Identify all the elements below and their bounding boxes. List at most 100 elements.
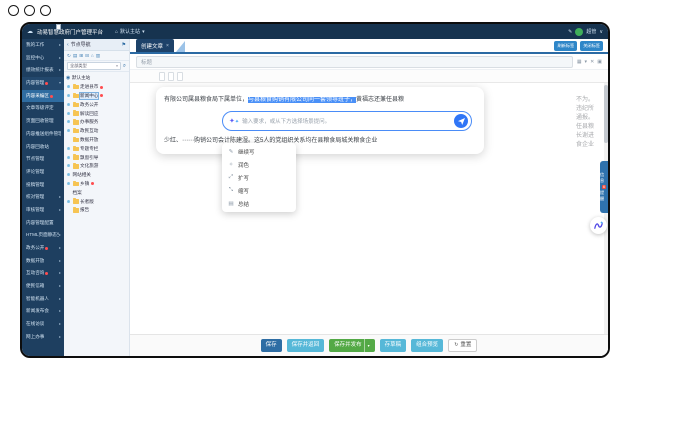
tree-tool-icon[interactable]: ▤ bbox=[73, 53, 77, 59]
tree-node[interactable]: 数据开放 bbox=[66, 136, 128, 145]
sidebar-item[interactable]: 文章等级评定 bbox=[22, 102, 64, 115]
sidebar-item[interactable]: 绩效统计报表 ▸ bbox=[22, 64, 64, 77]
node-toggle-icon[interactable]: ⊕ bbox=[66, 84, 71, 90]
tree-node[interactable]: ⊕ 新闻中心 bbox=[66, 91, 128, 101]
tree-node[interactable]: 档案 bbox=[56, 24, 128, 197]
sidebar-item[interactable]: 投稿管理 bbox=[22, 179, 64, 192]
tree-node[interactable]: ⊕ 专题专栏 bbox=[66, 144, 128, 153]
tree-tool-icon[interactable]: ⊞ bbox=[79, 53, 83, 59]
tree-node[interactable]: ⊕ 长者版 bbox=[66, 197, 128, 206]
action-button[interactable]: 保存并返回 bbox=[286, 339, 325, 352]
action-button[interactable]: ↻ 重置 bbox=[448, 339, 478, 352]
avatar[interactable] bbox=[575, 27, 584, 36]
sidebar-item[interactable]: 内容管理 ▾ bbox=[22, 77, 64, 90]
close-tab-icon[interactable]: × bbox=[166, 43, 169, 49]
tree-node[interactable]: ⊕ 政务公开 bbox=[66, 100, 128, 109]
ai-prompt-input[interactable]: ✦✦ 输入要求，或从下方选择场景提问。 bbox=[222, 111, 472, 131]
sidebar-item[interactable]: 页面回收管理 bbox=[22, 115, 64, 128]
title-tool-icon[interactable]: ✕ bbox=[590, 59, 594, 65]
sidebar-item[interactable]: 内容回收站 bbox=[22, 141, 64, 154]
close-window-icon[interactable] bbox=[8, 5, 19, 16]
node-toggle-icon[interactable]: ⊕ bbox=[66, 93, 71, 99]
editor-canvas[interactable]: 不为。 违纪所 通报。 任县粮 长谢进 食企业 有限公司属县粮食局下属单位，与县粮食购销有… bbox=[130, 83, 608, 334]
tree-node[interactable]: ⊕ 走进县市 bbox=[66, 83, 128, 92]
sidebar-item[interactable]: 政务公开 ▸ bbox=[22, 242, 64, 255]
node-toggle-icon[interactable]: ⊕ bbox=[66, 181, 71, 187]
ai-send-button[interactable] bbox=[454, 114, 468, 128]
sidebar-item[interactable]: 内容管理配置 bbox=[22, 217, 64, 230]
action-button[interactable]: 存草稿 bbox=[379, 339, 407, 352]
tree-node[interactable]: 报告 bbox=[66, 206, 128, 215]
action-button[interactable]: 保存 bbox=[260, 339, 282, 352]
sidebar-item[interactable]: 节点管理 bbox=[22, 153, 64, 166]
title-tool-icon[interactable]: ▦ bbox=[577, 59, 582, 65]
sidebar-item[interactable]: 审核管理 ▸ bbox=[22, 204, 64, 217]
sidebar-item[interactable]: 数据开放 ▸ bbox=[22, 255, 64, 268]
tree-node[interactable]: ⊕ 网站相关 bbox=[56, 24, 128, 180]
maximize-window-icon[interactable] bbox=[40, 5, 51, 16]
user-name[interactable]: 超管 bbox=[586, 28, 596, 35]
minimize-window-icon[interactable] bbox=[24, 5, 35, 16]
sidebar-item[interactable]: 互动咨询 ▸ bbox=[22, 267, 64, 280]
pin-icon[interactable]: ⚑ bbox=[122, 42, 126, 48]
node-toggle-icon[interactable]: ⊕ bbox=[66, 155, 71, 161]
collapse-panel-icon[interactable]: ‹ bbox=[67, 42, 69, 48]
scrollbar-thumb[interactable] bbox=[604, 85, 608, 143]
tree-node[interactable]: ◉ 默认主站 bbox=[66, 74, 128, 83]
node-toggle-icon[interactable]: ⊕ bbox=[66, 119, 71, 125]
title-tool-icon[interactable]: ▣ bbox=[597, 59, 602, 65]
tree-node[interactable]: ⊕ 政民互动 bbox=[66, 127, 128, 136]
tree-tool-icon[interactable]: ↻ bbox=[67, 53, 71, 59]
node-toggle-icon[interactable]: ⊕ bbox=[66, 163, 71, 169]
sidebar-item[interactable]: 评论管理 bbox=[22, 166, 64, 179]
message-reminder-tab[interactable]: 信息 6 提醒 bbox=[600, 161, 608, 213]
sidebar-item[interactable]: HTML页面静态生成 ▸ bbox=[22, 229, 64, 242]
action-button[interactable]: 组合预览 bbox=[411, 339, 444, 352]
tree-node[interactable]: ⊕ 办事服务 bbox=[66, 118, 128, 127]
editor-toolbar-icon[interactable] bbox=[159, 71, 165, 81]
editor-toolbar-icon[interactable] bbox=[177, 71, 183, 81]
node-toggle-icon[interactable]: ⊕ bbox=[66, 146, 71, 152]
action-button[interactable]: 保存并发布 ▾ bbox=[329, 339, 375, 352]
editor-toolbar-icon[interactable] bbox=[168, 71, 174, 81]
node-tree: ◉ 默认主站 ⊕ 走进县市 ⊕ 新闻中心 ⊕ 政务公开 ⊕ 解读回应 ⊕ 办事服… bbox=[56, 24, 129, 356]
ai-menu-item[interactable]: ✧ 润色 bbox=[222, 158, 296, 171]
tab-create-article[interactable]: 创建文章 × bbox=[136, 39, 174, 52]
sidebar-item[interactable]: 新闻发布会 ▸ bbox=[22, 305, 64, 318]
tree-tool-icon[interactable]: ⌂ bbox=[91, 53, 94, 58]
title-input[interactable]: 标题 bbox=[136, 55, 573, 68]
sidebar-item[interactable]: 内容采编区 bbox=[22, 89, 64, 103]
ai-menu-item[interactable]: ⤢ 扩写 bbox=[222, 171, 296, 184]
sidebar-item[interactable]: 便民信箱 ▸ bbox=[22, 280, 64, 293]
node-toggle-icon[interactable]: ⊕ bbox=[66, 102, 71, 108]
ai-menu-item[interactable]: ⤡ 缩写 bbox=[222, 184, 296, 197]
tree-tool-icon[interactable]: ⊟ bbox=[85, 53, 89, 59]
site-selector[interactable]: ⌂ 默认主站 ▾ bbox=[115, 28, 145, 36]
sidebar-item[interactable]: 智能机器人 ▸ bbox=[22, 293, 64, 306]
tree-node[interactable]: ⊕ 飘窗引导 bbox=[66, 153, 128, 162]
edit-icon[interactable]: ✎ bbox=[568, 29, 572, 35]
tab-action-button[interactable]: 关闭标签 bbox=[580, 41, 603, 51]
title-tool-icon[interactable]: ▾ bbox=[585, 59, 588, 65]
sidebar-item[interactable]: 我的工作 ▸ bbox=[22, 39, 64, 52]
sidebar-item[interactable]: 在线访谈 ▸ bbox=[22, 318, 64, 331]
tree-tool-icon[interactable]: ▥ bbox=[96, 53, 100, 59]
node-toggle-icon[interactable]: ⊕ bbox=[66, 128, 71, 134]
search-icon[interactable]: ⌕ bbox=[123, 63, 126, 70]
sidebar-item[interactable]: 网上办事 ▸ bbox=[22, 331, 64, 344]
tree-node[interactable]: ⊕ 解读回应 bbox=[66, 109, 128, 118]
sidebar-item[interactable]: 校对管理 ▸ bbox=[22, 191, 64, 204]
ai-assistant-launcher-button[interactable] bbox=[590, 217, 607, 234]
tree-node[interactable]: ⊕ 乡镇 bbox=[66, 180, 128, 189]
ai-menu-item[interactable]: ✎ 继续写 bbox=[222, 145, 296, 158]
dropdown-caret-icon[interactable]: ▾ bbox=[363, 339, 370, 352]
ai-menu-item[interactable]: ▤ 总结 bbox=[222, 197, 296, 210]
sidebar-item[interactable]: 内容推送组件管理 bbox=[22, 128, 64, 141]
node-toggle-icon[interactable]: ⊕ bbox=[66, 199, 71, 205]
node-toggle-icon[interactable]: ⊕ bbox=[66, 172, 71, 178]
sidebar-item[interactable]: 监控中心 ▸ bbox=[22, 52, 64, 65]
node-toggle-icon[interactable]: ⊕ bbox=[66, 111, 71, 117]
node-type-select[interactable]: 全部类型 ▾ bbox=[67, 62, 121, 70]
tree-node[interactable]: ⊕ 文化旅游 bbox=[66, 162, 128, 171]
tab-action-button[interactable]: 刷新标签 bbox=[554, 41, 578, 51]
